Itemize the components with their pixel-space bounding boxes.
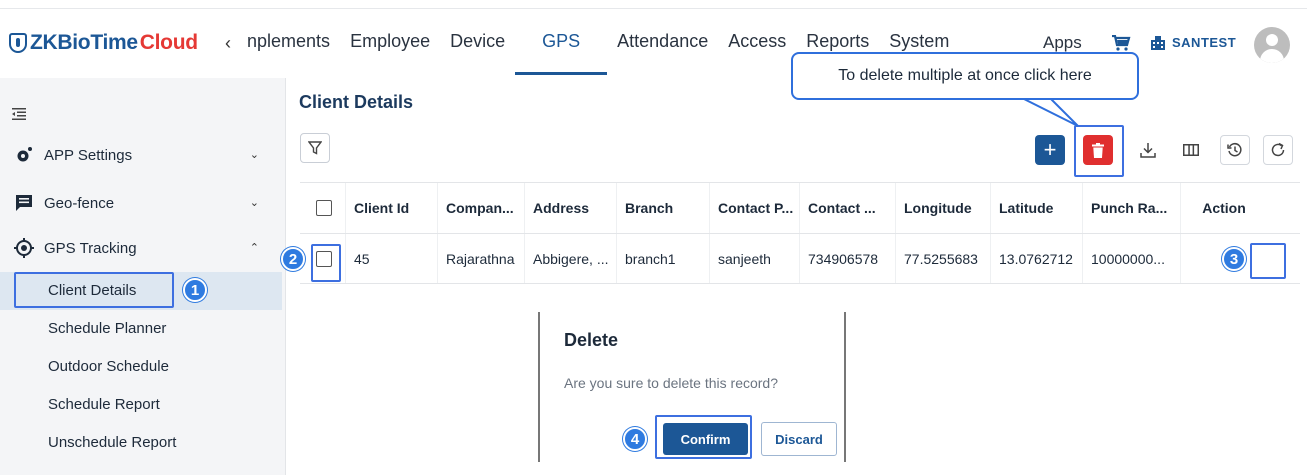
nav-scroll-left-icon[interactable]: ‹ <box>225 33 231 54</box>
column-header[interactable]: Compan... <box>437 183 524 233</box>
table-cell: 77.5255683 <box>895 234 990 283</box>
company-name: SANTEST <box>1172 35 1237 50</box>
collapse-sidebar-icon[interactable] <box>12 108 26 120</box>
highlight-row-checkbox <box>311 244 341 282</box>
highlight-confirm <box>655 415 752 459</box>
download-icon <box>1140 143 1156 158</box>
building-icon <box>1151 35 1165 50</box>
sidebar-group-label: GPS Tracking <box>44 239 137 257</box>
history-button[interactable] <box>1220 135 1250 165</box>
column-header[interactable]: Latitude <box>990 183 1082 233</box>
sidebar-group-label: APP Settings <box>44 146 133 164</box>
highlight-bulk-delete <box>1074 125 1124 177</box>
chevron-down-icon: ⌄ <box>249 149 259 161</box>
shield-icon <box>9 33 27 53</box>
logo-accent-text: Cloud <box>139 31 198 54</box>
refresh-button[interactable] <box>1263 135 1293 165</box>
discard-button[interactable]: Discard <box>761 422 837 456</box>
table-row[interactable]: 45 Rajarathna Abbigere, ... branch1 sanj… <box>300 234 1300 284</box>
table-cell: 45 <box>345 234 437 283</box>
table-cell: Abbigere, ... <box>524 234 616 283</box>
company-selector[interactable]: SANTEST <box>1150 35 1236 50</box>
page-title: Client Details <box>299 92 414 112</box>
client-table: Client Id Compan... Address Branch Conta… <box>300 182 1300 284</box>
chevron-up-icon: ⌃ <box>249 242 259 254</box>
nav-item-gps[interactable]: GPS <box>515 9 608 75</box>
nav-item-implements[interactable]: nplements <box>247 9 340 73</box>
columns-button[interactable] <box>1176 135 1206 165</box>
chevron-down-icon: ⌄ <box>249 197 259 209</box>
table-cell: 734906578 <box>799 234 895 283</box>
logo-main-text: ZKBioTime <box>30 31 138 54</box>
tip-callout: To delete multiple at once click here <box>791 52 1139 100</box>
table-cell: 10000000... <box>1082 234 1180 283</box>
sidebar-item-outdoor-schedule[interactable]: Outdoor Schedule <box>0 348 282 386</box>
table-cell: 13.0762712 <box>990 234 1082 283</box>
location-target-icon <box>14 238 34 258</box>
cart-icon[interactable] <box>1111 35 1131 51</box>
refresh-icon <box>1271 142 1285 157</box>
callout-pointer <box>1021 98 1079 127</box>
highlight-row-delete <box>1250 243 1286 279</box>
sidebar-item-schedule-report[interactable]: Schedule Report <box>0 386 282 424</box>
table-header: Client Id Compan... Address Branch Conta… <box>300 182 1300 234</box>
message-square-icon <box>14 193 34 213</box>
nav-item-attendance[interactable]: Attendance <box>607 9 718 73</box>
sidebar-item-unschedule-report[interactable]: Unschedule Report <box>0 424 282 462</box>
nav-item-access[interactable]: Access <box>718 9 796 73</box>
column-header[interactable]: Client Id <box>345 183 437 233</box>
export-button[interactable] <box>1133 135 1163 165</box>
sidebar-group-app-settings[interactable]: APP Settings ⌄ <box>14 145 269 165</box>
step-badge-4: 4 <box>623 427 647 451</box>
filter-icon <box>308 141 322 155</box>
highlight-client-details <box>14 272 174 308</box>
columns-icon <box>1183 144 1199 156</box>
step-badge-2: 2 <box>281 247 305 271</box>
step-badge-3: 3 <box>1222 247 1246 271</box>
column-header[interactable]: Contact ... <box>799 183 895 233</box>
column-header[interactable]: Address <box>524 183 616 233</box>
table-cell: branch1 <box>616 234 709 283</box>
column-header[interactable]: Branch <box>616 183 709 233</box>
sidebar-group-gps-tracking[interactable]: GPS Tracking ⌃ <box>14 238 269 258</box>
table-cell: sanjeeth <box>709 234 799 283</box>
step-badge-1: 1 <box>183 278 207 302</box>
nav-item-employee[interactable]: Employee <box>340 9 440 73</box>
sidebar-group-geo-fence[interactable]: Geo-fence ⌄ <box>14 193 269 213</box>
table-cell: Rajarathna <box>437 234 524 283</box>
gear-icon <box>14 145 34 165</box>
apps-menu[interactable]: Apps <box>1043 33 1082 53</box>
column-header[interactable]: Contact P... <box>709 183 799 233</box>
filter-button[interactable] <box>300 133 330 163</box>
plus-icon: + <box>1043 137 1057 162</box>
column-header[interactable]: Punch Ra... <box>1082 183 1180 233</box>
add-button[interactable]: + <box>1035 135 1065 165</box>
sidebar-group-label: Geo-fence <box>44 194 115 212</box>
select-all-cell <box>300 183 345 233</box>
user-avatar[interactable] <box>1254 27 1290 63</box>
column-header[interactable]: Longitude <box>895 183 990 233</box>
history-icon <box>1227 142 1242 157</box>
dialog-message: Are you sure to delete this record? <box>564 375 779 391</box>
dialog-title: Delete <box>564 330 619 350</box>
nav-item-device[interactable]: Device <box>440 9 515 73</box>
app-logo[interactable]: ZKBioTime Cloud <box>9 31 198 55</box>
select-all-checkbox[interactable] <box>316 200 332 216</box>
column-header: Action <box>1180 183 1267 233</box>
sidebar-item-schedule-planner[interactable]: Schedule Planner <box>0 310 282 348</box>
